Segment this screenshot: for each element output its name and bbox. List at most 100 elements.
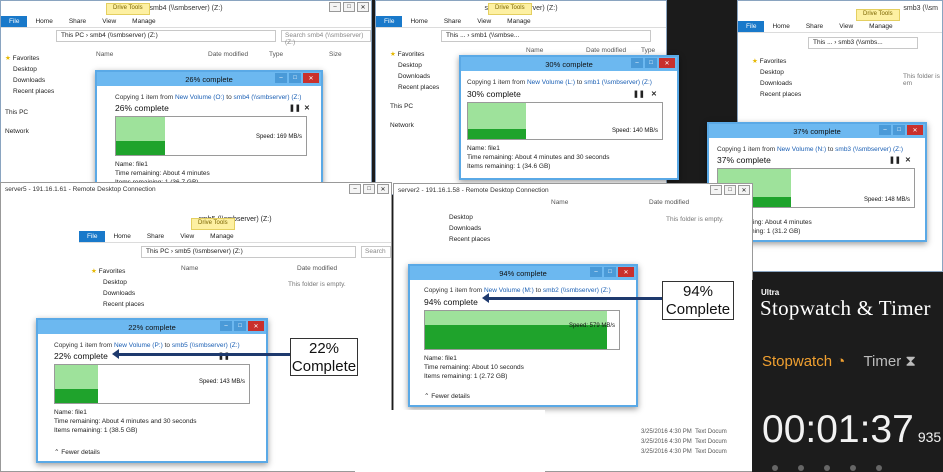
ribbon-tab-share[interactable]: Share [436,16,469,27]
close-button[interactable]: ✕ [618,267,634,277]
drive-tools-tab[interactable]: Drive Tools [856,9,900,21]
fewer-details-button[interactable]: ⌃ Fewer details [54,448,100,456]
address-bar[interactable]: This ... › smb3 (\\smbs... [808,37,918,49]
nav-recent-places[interactable]: Recent places [390,82,439,93]
cancel-button[interactable]: ✕ [304,104,310,112]
maximize-button[interactable]: □ [234,321,246,331]
nav-desktop[interactable]: Desktop [91,277,144,288]
nav-desktop[interactable]: Desktop [752,67,801,78]
source-link[interactable]: New Volume (P:) [114,342,163,349]
dest-link[interactable]: smb4 (\\smbserver) (Z:) [234,94,302,101]
minimize-button[interactable]: – [349,184,361,194]
column-type[interactable]: Type [641,47,655,54]
drive-tools-tab[interactable]: Drive Tools [488,3,532,15]
minimize-button[interactable]: – [220,321,232,331]
column-name[interactable]: Name [96,51,113,58]
address-bar[interactable]: This PC › smb4 (\\smbserver) (Z:) [56,30,276,42]
close-button[interactable]: ✕ [377,184,389,194]
source-link[interactable]: New Volume (O:) [175,94,225,101]
nav-downloads[interactable]: Downloads [390,71,439,82]
nav-favorites[interactable]: ★ Favorites [5,53,54,64]
nav-downloads[interactable]: Downloads [5,75,54,86]
ribbon-tab-file[interactable]: File [79,231,106,242]
nav-desktop[interactable]: Desktop [449,212,490,223]
maximize-button[interactable]: □ [363,184,375,194]
ribbon-tab-share[interactable]: Share [798,21,831,32]
nav-desktop[interactable]: Desktop [5,64,54,75]
maximize-button[interactable]: □ [604,267,616,277]
column-name[interactable]: Name [526,47,543,54]
minimize-button[interactable]: – [329,2,341,12]
nav-recent-places[interactable]: Recent places [5,86,54,97]
minimize-button[interactable]: – [275,73,287,83]
nav-favorites[interactable]: ★ Favorites [752,56,801,67]
nav-downloads[interactable]: Downloads [91,288,144,299]
file-row[interactable]: 3/25/2016 4:30 PM Text Docum [641,427,727,437]
maximize-button[interactable]: □ [645,58,657,68]
nav-favorites[interactable]: ★ Favorites [390,49,439,60]
dest-link[interactable]: smb2 (\\smbserver) (Z:) [543,287,611,294]
tab-stopwatch[interactable]: Stopwatch ◔ [762,353,845,370]
dest-link[interactable]: smb5 (\\smbserver) (Z:) [172,342,240,349]
minimize-button[interactable]: – [631,58,643,68]
column-date-modified[interactable]: Date modified [649,199,689,206]
pause-button[interactable]: ❚❚ [889,156,901,164]
ribbon-tab-manage[interactable]: Manage [499,16,539,27]
dest-link[interactable]: smb3 (\\smbserver) (Z:) [835,146,903,153]
nav-favorites[interactable]: ★ Favorites [91,266,144,277]
pause-button[interactable]: ❚❚ [289,104,301,112]
minimize-button[interactable]: – [590,267,602,277]
close-button[interactable]: ✕ [357,2,369,12]
ribbon-tab-home[interactable]: Home [27,16,60,27]
maximize-button[interactable]: □ [343,2,355,12]
address-bar[interactable]: This PC › smb5 (\\smbserver) (Z:) [141,246,356,258]
nav-network[interactable]: Network [5,126,54,137]
minimize-button[interactable]: – [710,185,722,195]
maximize-button[interactable]: □ [724,185,736,195]
nav-downloads[interactable]: Downloads [752,78,801,89]
nav-this-pc[interactable]: This PC [390,101,439,112]
ribbon-tab-manage[interactable]: Manage [202,231,242,242]
ribbon-tab-home[interactable]: Home [105,231,138,242]
ribbon-tab-manage[interactable]: Manage [861,21,901,32]
cancel-button[interactable]: ✕ [651,90,657,98]
ribbon-tab-file[interactable]: File [1,16,28,27]
search-input[interactable]: Search [361,246,391,258]
nav-desktop[interactable]: Desktop [390,60,439,71]
nav-recent-places[interactable]: Recent places [91,299,144,310]
ribbon-tab-view[interactable]: View [94,16,124,27]
column-date-modified[interactable]: Date modified [586,47,626,54]
search-input[interactable]: Search smb4 (\\smbserver) (Z:) [281,30,371,46]
maximize-button[interactable]: □ [289,73,301,83]
dest-link[interactable]: smb1 (\\smbserver) (Z:) [584,79,652,86]
close-button[interactable]: ✕ [659,58,675,68]
column-name[interactable]: Name [551,199,568,206]
tab-timer[interactable]: Timer ⧗ [863,353,915,370]
ribbon-tab-file[interactable]: File [738,21,765,32]
close-button[interactable]: ✕ [738,185,750,195]
nav-network[interactable]: Network [390,120,439,131]
ribbon-tab-share[interactable]: Share [139,231,172,242]
drive-tools-tab[interactable]: Drive Tools [191,218,235,230]
column-date-modified[interactable]: Date modified [208,51,248,58]
ribbon-tab-view[interactable]: View [469,16,499,27]
ribbon-tab-home[interactable]: Home [402,16,435,27]
file-row[interactable]: 3/25/2016 4:30 PM Text Docum [641,437,727,447]
fewer-details-button[interactable]: ⌃ Fewer details [424,392,470,400]
source-link[interactable]: New Volume (N:) [777,146,826,153]
ribbon-tab-share[interactable]: Share [61,16,94,27]
maximize-button[interactable]: □ [893,125,905,135]
close-button[interactable]: ✕ [907,125,923,135]
ribbon-tab-file[interactable]: File [376,16,403,27]
minimize-button[interactable]: – [879,125,891,135]
nav-this-pc[interactable]: This PC [5,107,54,118]
address-bar[interactable]: This ... › smb1 (\\smbse... [441,30,651,42]
pause-button[interactable]: ❚❚ [633,90,645,98]
ribbon-tab-manage[interactable]: Manage [124,16,164,27]
drive-tools-tab[interactable]: Drive Tools [106,3,150,15]
column-name[interactable]: Name [181,265,198,272]
column-size[interactable]: Size [329,51,342,58]
column-date-modified[interactable]: Date modified [297,265,337,272]
ribbon-tab-view[interactable]: View [172,231,202,242]
ribbon-tab-view[interactable]: View [831,21,861,32]
